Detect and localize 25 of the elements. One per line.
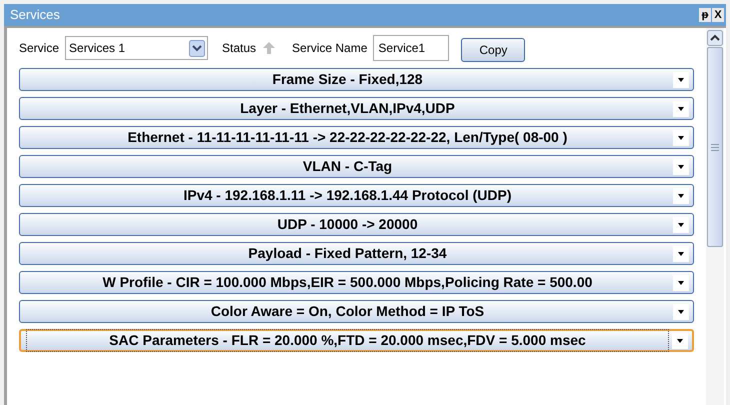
section-dropdown[interactable]: UDP - 10000 -> 20000: [19, 213, 694, 236]
grip-icon: [711, 144, 719, 150]
service-name-label: Service Name: [292, 40, 368, 57]
pin-button[interactable]: ᵽ: [699, 8, 711, 22]
scroll-up-icon[interactable]: [707, 30, 723, 46]
section-dropdown[interactable]: Ethernet - 11-11-11-11-11-11 -> 22-22-22-22-22-22, Len/Type( 08-00 ): [19, 126, 694, 149]
close-button[interactable]: X: [712, 8, 724, 22]
service-name-field[interactable]: Service1: [373, 35, 450, 61]
up-arrow-icon: [262, 41, 276, 55]
section-dropdown[interactable]: IPv4 - 192.168.1.11 -> 192.168.1.44 Protocol (UDP): [19, 184, 694, 207]
copy-button[interactable]: Copy: [461, 38, 526, 62]
section-dropdown[interactable]: Frame Size - Fixed,128: [19, 68, 694, 91]
window-title: Services: [10, 6, 60, 24]
section-dropdown[interactable]: SAC Parameters - FLR = 20.000 %,FTD = 20.000 msec,FDV = 5.000 msec: [19, 329, 694, 352]
service-dropdown[interactable]: Services 1: [65, 36, 208, 60]
status-label: Status: [222, 40, 256, 57]
service-label: Service: [19, 40, 60, 57]
section-dropdown[interactable]: Payload - Fixed Pattern, 12-34: [19, 242, 694, 265]
section-dropdown[interactable]: VLAN - C-Tag: [19, 155, 694, 178]
chevron-down-icon: [189, 40, 206, 56]
scrollbar[interactable]: [706, 28, 724, 405]
section-dropdown[interactable]: Color Aware = On, Color Method = IP ToS: [19, 300, 694, 323]
scroll-thumb[interactable]: [707, 47, 723, 247]
section-dropdown[interactable]: W Profile - CIR = 100.000 Mbps,EIR = 500.000 Mbps,Policing Rate = 500.00: [19, 271, 694, 294]
section-dropdown[interactable]: Layer - Ethernet,VLAN,IPv4,UDP: [19, 97, 694, 120]
